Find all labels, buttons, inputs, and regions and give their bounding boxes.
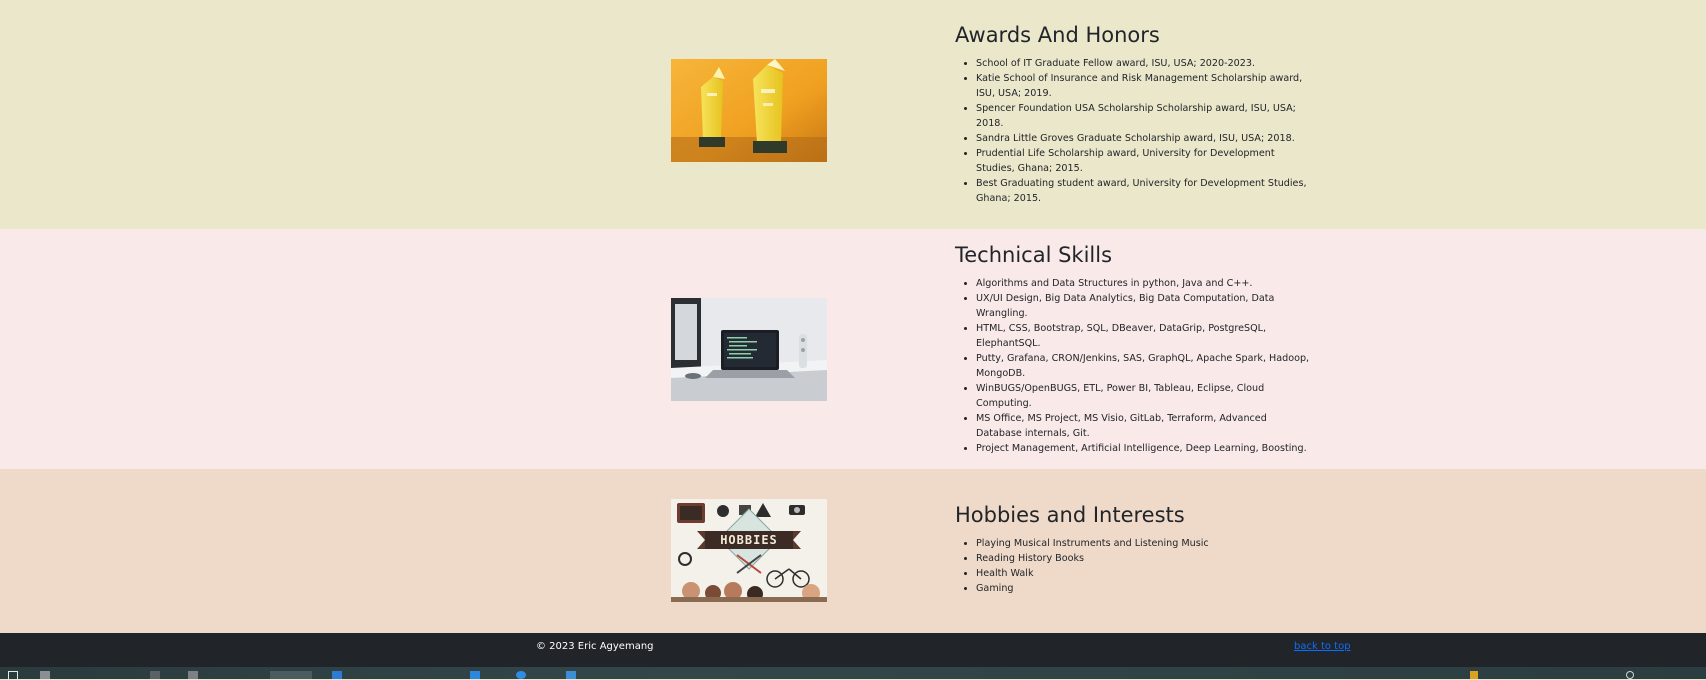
taskbar-app-icon[interactable]: [188, 671, 198, 679]
list-item: Putty, Grafana, CRON/Jenkins, SAS, Graph…: [976, 351, 1315, 381]
hobbies-image: HOBBIES: [671, 499, 827, 602]
taskbar-app-icon[interactable]: [332, 671, 342, 679]
hobbies-list: Playing Musical Instruments and Listenin…: [955, 536, 1315, 596]
list-item: Reading History Books: [976, 551, 1315, 566]
skills-content: Technical Skills Algorithms and Data Str…: [955, 242, 1315, 456]
skills-list: Algorithms and Data Structures in python…: [955, 276, 1315, 456]
taskbar-app-icon[interactable]: [40, 671, 50, 679]
list-item: UX/UI Design, Big Data Analytics, Big Da…: [976, 291, 1315, 321]
list-item: Spencer Foundation USA Scholarship Schol…: [976, 101, 1315, 131]
copyright-text: © 2023 Eric Agyemang: [536, 641, 654, 652]
list-item: School of IT Graduate Fellow award, ISU,…: [976, 56, 1315, 71]
hobbies-content: Hobbies and Interests Playing Musical In…: [955, 502, 1315, 596]
list-item: Gaming: [976, 581, 1315, 596]
hobbies-section: HOBBIES Hobbies and Interests Playing Mu…: [0, 469, 1706, 633]
list-item: WinBUGS/OpenBUGS, ETL, Power BI, Tableau…: [976, 381, 1315, 411]
list-item: Algorithms and Data Structures in python…: [976, 276, 1315, 291]
taskbar-app-icon[interactable]: [566, 671, 576, 679]
list-item: MS Office, MS Project, MS Visio, GitLab,…: [976, 411, 1315, 441]
awards-content: Awards And Honors School of IT Graduate …: [955, 22, 1315, 206]
back-to-top-link[interactable]: back to top: [1294, 639, 1351, 655]
taskbar-tray-icon[interactable]: [1626, 671, 1634, 679]
list-item: Prudential Life Scholarship award, Unive…: [976, 146, 1315, 176]
awards-heading: Awards And Honors: [955, 23, 1160, 47]
list-item: Project Management, Artificial Intellige…: [976, 441, 1315, 456]
list-item: Best Graduating student award, Universit…: [976, 176, 1315, 206]
awards-trophy-image: [671, 59, 827, 162]
awards-section: Awards And Honors School of IT Graduate …: [0, 0, 1706, 229]
skills-heading: Technical Skills: [955, 243, 1113, 267]
awards-list: School of IT Graduate Fellow award, ISU,…: [955, 56, 1315, 206]
hobbies-image-label: HOBBIES: [720, 533, 778, 547]
list-item: Katie School of Insurance and Risk Manag…: [976, 71, 1315, 101]
taskbar-tray-icon[interactable]: [1470, 671, 1478, 679]
hobbies-heading: Hobbies and Interests: [955, 503, 1185, 527]
page-footer: © 2023 Eric Agyemang back to top: [0, 633, 1706, 667]
taskbar-active-app-icon[interactable]: [270, 671, 312, 679]
list-item: HTML, CSS, Bootstrap, SQL, DBeaver, Data…: [976, 321, 1315, 351]
list-item: Playing Musical Instruments and Listenin…: [976, 536, 1315, 551]
skills-laptop-image: [671, 298, 827, 401]
taskbar-app-icon[interactable]: [150, 671, 160, 679]
taskbar-app-icon[interactable]: [470, 671, 480, 679]
list-item: Health Walk: [976, 566, 1315, 581]
os-taskbar: [0, 667, 1706, 680]
list-item: Sandra Little Groves Graduate Scholarshi…: [976, 131, 1315, 146]
taskbar-app-icon[interactable]: [516, 671, 526, 679]
skills-section: Technical Skills Algorithms and Data Str…: [0, 229, 1706, 469]
